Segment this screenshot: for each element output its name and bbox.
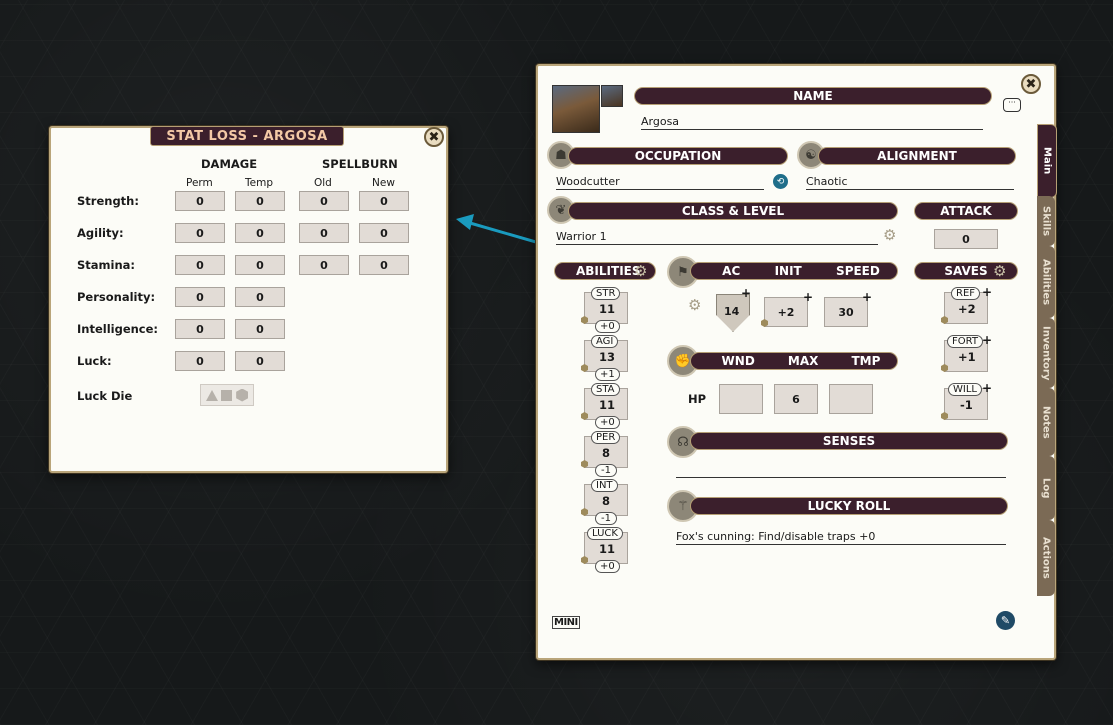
ability-abbr: STR (591, 287, 621, 300)
abilities-header-label: ABILITIES (576, 264, 641, 278)
ac-header-label: AC (722, 264, 741, 278)
max-header-label: MAX (787, 354, 819, 368)
token-portrait[interactable] (601, 85, 623, 107)
init-plus-icon[interactable]: + (803, 290, 813, 304)
alignment-header: ALIGNMENT (818, 147, 1016, 165)
save-plus-icon[interactable]: + (982, 381, 992, 395)
ability-mod: +1 (595, 368, 620, 381)
hp-label: HP (688, 392, 707, 406)
save-plus-icon[interactable]: + (982, 333, 992, 347)
ability-mod: -1 (595, 512, 617, 525)
class-settings-gear-icon[interactable]: ⚙ (883, 228, 896, 243)
tab-inventory[interactable]: Inventory (1037, 318, 1055, 388)
ac-value: 14 (724, 305, 740, 318)
tab-skills[interactable]: Skills (1037, 196, 1055, 246)
save-abbr: FORT (947, 335, 983, 348)
ability-abbr: LUCK (587, 527, 623, 540)
class-level-header: CLASS & LEVEL (568, 202, 898, 220)
speed-plus-icon[interactable]: + (862, 290, 872, 304)
save-value: +2 (958, 302, 976, 316)
tab-abilities[interactable]: Abilities (1037, 246, 1055, 318)
save-abbr: WILL (948, 383, 982, 396)
name-header: NAME (634, 87, 992, 105)
senses-header: SENSES (690, 432, 1008, 450)
ability-score: 13 (599, 350, 616, 364)
combat-header: AC INIT SPEED (690, 262, 898, 280)
tab-main[interactable]: Main (1037, 124, 1057, 198)
ability-abbr: INT (591, 479, 618, 492)
speed-header-label: SPEED (836, 264, 880, 278)
wnd-header-label: WND (721, 354, 755, 368)
alignment-field[interactable]: Chaotic (806, 175, 1014, 190)
attack-header: ATTACK (914, 202, 1018, 220)
tmp-header-label: TMP (851, 354, 881, 368)
hp-temp-field[interactable] (829, 384, 873, 414)
hp-wounds-field[interactable] (719, 384, 763, 414)
hp-max-field[interactable]: 6 (774, 384, 818, 414)
lucky-roll-field[interactable]: Fox's cunning: Find/disable traps +0 (676, 530, 1006, 545)
saves-settings-gear-icon[interactable]: ⚙ (993, 264, 1006, 279)
save-value: -1 (960, 398, 973, 412)
mini-button[interactable]: MINI (552, 616, 580, 629)
occupation-header: OCCUPATION (568, 147, 788, 165)
save-plus-icon[interactable]: + (982, 285, 992, 299)
ac-plus-icon[interactable]: + (741, 286, 751, 300)
occupation-link-icon[interactable]: ⟲ (773, 174, 788, 189)
tab-log[interactable]: Log (1037, 456, 1055, 520)
tab-notes[interactable]: Notes (1037, 388, 1055, 456)
ability-abbr: STA (591, 383, 620, 396)
occupation-field[interactable]: Woodcutter (556, 175, 764, 190)
ability-mod: +0 (595, 560, 620, 573)
abilities-settings-gear-icon[interactable]: ⚙ (634, 264, 647, 279)
tab-actions[interactable]: Actions (1037, 520, 1055, 596)
character-portrait[interactable] (552, 85, 600, 133)
sheet-close-button[interactable]: ✖ (1021, 74, 1041, 94)
hp-header: WND MAX TMP (690, 352, 898, 370)
ability-mod: +0 (595, 320, 620, 333)
init-header-label: INIT (774, 264, 802, 278)
ability-abbr: PER (591, 431, 621, 444)
attack-field[interactable]: 0 (934, 229, 998, 249)
ability-score: 11 (599, 302, 616, 316)
save-value: +1 (958, 350, 976, 364)
name-field[interactable]: Argosa (641, 115, 983, 130)
senses-field[interactable] (676, 462, 1006, 478)
ability-score: 8 (602, 446, 611, 460)
save-abbr: REF (951, 287, 981, 300)
ability-score: 8 (602, 494, 611, 508)
ability-score: 11 (599, 398, 616, 412)
edit-pencil-icon[interactable]: ✎ (996, 611, 1015, 630)
chat-bubble-icon[interactable]: ··· (1003, 98, 1021, 112)
ability-abbr: AGI (591, 335, 619, 348)
class-level-field[interactable]: Warrior 1 (556, 230, 878, 245)
ability-mod: -1 (595, 464, 617, 477)
init-field[interactable]: +2 (764, 297, 808, 327)
ability-score: 11 (599, 542, 616, 556)
lucky-roll-header: LUCKY ROLL (690, 497, 1008, 515)
ability-mod: +0 (595, 416, 620, 429)
combat-settings-gear-icon[interactable]: ⚙ (688, 298, 701, 313)
